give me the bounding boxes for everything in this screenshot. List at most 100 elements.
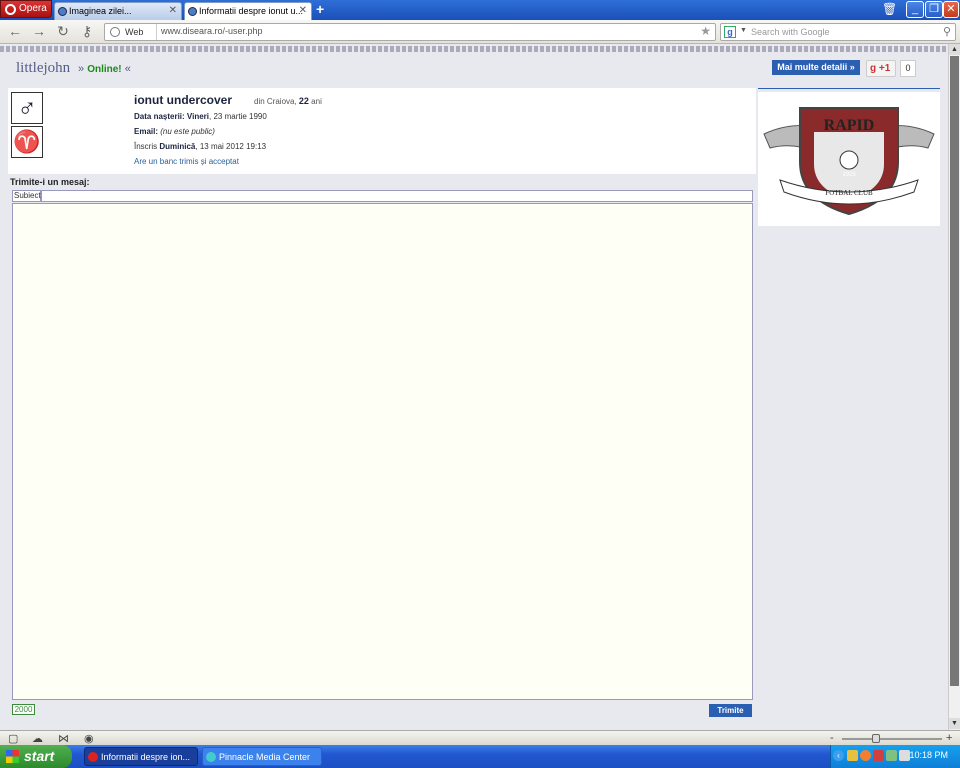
turbo-icon[interactable]: ◉ <box>84 732 94 745</box>
search-icon[interactable]: ⚲ <box>943 25 951 38</box>
web-badge[interactable]: Web <box>105 24 157 40</box>
birth-label: Data nașterii: <box>134 112 185 121</box>
search-input[interactable]: g ▼ Search with Google ⚲ <box>720 23 956 41</box>
message-textarea[interactable] <box>12 203 753 700</box>
online-status: » Online! « <box>78 63 131 75</box>
reload-icon[interactable]: ↻ <box>54 23 72 40</box>
opera-icon <box>88 752 98 762</box>
joined-row: Înscris Duminică, 13 mai 2012 19:13 <box>134 142 266 151</box>
url-text[interactable]: www.diseara.ro/-user.php <box>161 26 263 36</box>
browser-title-bar: Opera Imaginea zilei... ✕ Informatii desp… <box>0 0 960 20</box>
scroll-down-icon[interactable]: ▼ <box>949 718 960 729</box>
more-details-button[interactable]: Mai multe detalii » <box>772 60 860 75</box>
age-unit: ani <box>311 97 322 106</box>
share-icon[interactable]: ⋈ <box>58 732 69 745</box>
email-row: Email: (nu este public) <box>134 127 215 136</box>
subject-input[interactable] <box>41 190 753 202</box>
subject-label: Subiect <box>12 190 41 202</box>
opera-menu-label: Opera <box>19 3 47 14</box>
windows-taskbar: start Informatii despre ion... Pinnacle … <box>0 745 960 768</box>
globe-icon <box>110 27 120 37</box>
zoom-slider-knob[interactable] <box>872 734 880 743</box>
tab-label: Informatii despre ionut u... <box>199 6 304 16</box>
address-toolbar: ← → ↻ ⚷ Web www.diseara.ro/-user.php ★ g… <box>0 20 960 44</box>
restore-button[interactable]: ❐ <box>925 1 943 18</box>
logo-title: RAPID <box>824 117 875 134</box>
clock: 10:18 PM <box>909 750 948 760</box>
google-icon[interactable]: g <box>724 26 736 38</box>
tray-network-icon[interactable] <box>886 750 897 761</box>
tab-favicon-icon <box>188 7 197 16</box>
club-logo-panel: RAPID 1923 FOTBAL CLUB <box>758 92 940 226</box>
close-tab-icon[interactable]: ✕ <box>169 3 177 19</box>
online-badge: Online! <box>87 64 122 75</box>
rapid-logo-image: RAPID 1923 FOTBAL CLUB <box>763 107 935 216</box>
key-icon[interactable]: ⚷ <box>78 23 96 40</box>
gplus-count: 0 <box>900 60 916 77</box>
joined-date: , 13 mai 2012 19:13 <box>195 142 267 151</box>
logo-subtitle: FOTBAL CLUB <box>825 189 873 197</box>
new-tab-button[interactable]: + <box>316 1 324 17</box>
tray-expand-icon[interactable]: ‹ <box>833 750 844 761</box>
profile-location: din Craiova, 22 ani <box>254 96 322 106</box>
tray-folder-icon[interactable] <box>847 750 858 761</box>
google-plus-button[interactable]: g +1 <box>866 60 896 77</box>
zoom-in-icon[interactable]: + <box>946 732 952 744</box>
age-value: 22 <box>298 96 309 106</box>
bookmark-star-icon[interactable]: ★ <box>700 24 711 38</box>
web-badge-label: Web <box>125 27 144 37</box>
system-tray: ‹ 10:18 PM <box>830 745 960 768</box>
close-window-button[interactable]: ✕ <box>943 1 959 18</box>
profile-name: ionut undercover <box>134 93 233 107</box>
decorative-border <box>0 46 948 52</box>
profile-card: ♂ ♈ ionut undercover din Craiova, 22 ani… <box>8 88 756 174</box>
taskbar-item-opera[interactable]: Informatii despre ion... <box>84 747 198 766</box>
tab-favicon-icon <box>58 7 67 16</box>
page-scrollbar[interactable]: ▲ ▼ <box>948 44 960 730</box>
suffix-arrows: « <box>124 63 131 75</box>
google-plus-icon: g <box>870 63 877 74</box>
start-label: start <box>24 748 55 764</box>
birth-date-row: Data nașterii: Vineri, 23 martie 1990 <box>134 112 267 121</box>
male-gender-icon: ♂ <box>11 92 43 124</box>
zoom-slider[interactable] <box>842 738 942 740</box>
joined-label: Înscris <box>134 142 158 151</box>
taskbar-item-pinnacle[interactable]: Pinnacle Media Center <box>202 747 322 766</box>
tray-antivirus-icon[interactable] <box>873 750 884 761</box>
gplus-label: +1 <box>878 63 891 74</box>
football-icon <box>839 150 859 170</box>
tab-informatii[interactable]: Informatii despre ionut u... ✕ <box>184 2 312 20</box>
forward-arrow-icon[interactable]: → <box>30 23 48 39</box>
location-text: din Craiova, <box>254 97 297 106</box>
browser-status-bar: ▢ ☁ ⋈ ◉ - + <box>0 730 960 745</box>
close-tab-icon[interactable]: ✕ <box>299 3 307 19</box>
opera-menu-button[interactable]: Opera <box>0 0 52 18</box>
back-arrow-icon[interactable]: ← <box>6 23 24 39</box>
send-button[interactable]: Trimite <box>709 704 752 717</box>
taskbar-item-label: Informatii despre ion... <box>101 752 191 762</box>
page-content: littlejohn » Online! « Mai multe detalii… <box>0 44 948 730</box>
scroll-thumb[interactable] <box>950 56 959 686</box>
cloud-icon[interactable]: ☁ <box>32 732 43 745</box>
birth-date: , 23 martie 1990 <box>209 112 267 121</box>
trash-icon[interactable]: 🗑 <box>882 2 897 16</box>
minimize-button[interactable]: _ <box>906 1 924 18</box>
zoom-out-icon[interactable]: - <box>830 732 834 744</box>
start-button[interactable]: start <box>0 745 72 768</box>
panel-toggle-icon[interactable]: ▢ <box>8 732 18 745</box>
address-field[interactable]: Web www.diseara.ro/-user.php ★ <box>104 23 716 41</box>
birth-day: Vineri <box>186 112 210 121</box>
joke-link[interactable]: Are un banc trimis și acceptat <box>134 157 239 166</box>
tray-volume-icon[interactable] <box>899 750 910 761</box>
aries-zodiac-icon: ♈ <box>11 126 43 158</box>
tab-imaginea-zilei[interactable]: Imaginea zilei... ✕ <box>54 2 182 20</box>
pinnacle-icon <box>206 752 216 762</box>
scroll-up-icon[interactable]: ▲ <box>949 44 960 55</box>
search-placeholder: Search with Google <box>751 27 830 37</box>
chevron-down-icon[interactable]: ▼ <box>740 27 747 34</box>
tray-messenger-icon[interactable] <box>860 750 871 761</box>
email-value: (nu este public) <box>160 127 215 136</box>
message-heading: Trimite-i un mesaj: <box>10 177 90 187</box>
opera-logo-icon <box>5 4 16 15</box>
joined-day: Duminică <box>159 142 196 151</box>
